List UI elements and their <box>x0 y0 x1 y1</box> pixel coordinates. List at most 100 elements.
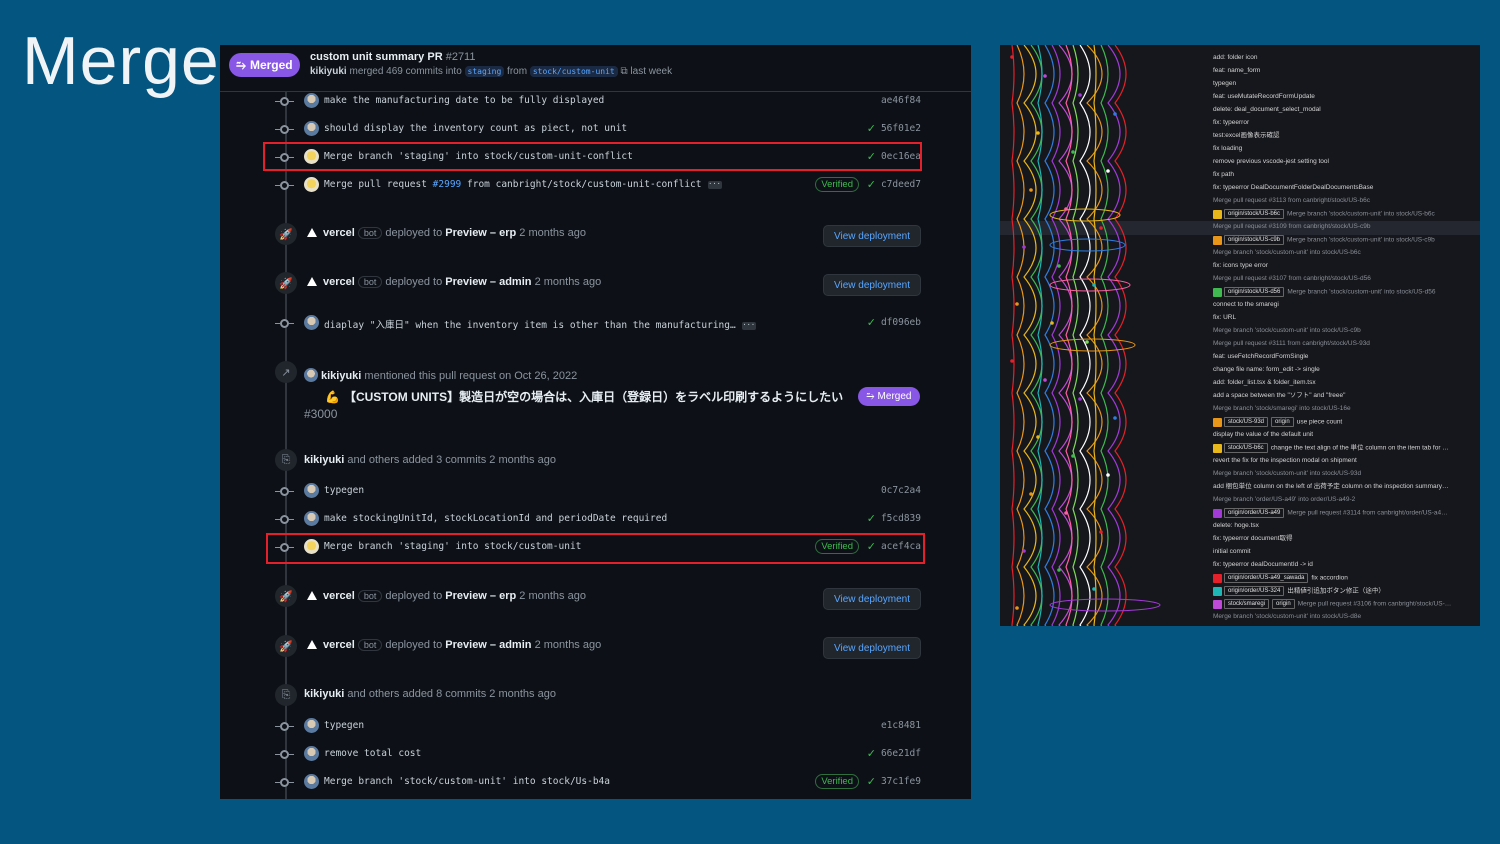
pr-title[interactable]: custom unit summary PR #2711 <box>310 51 475 63</box>
branch-tag[interactable]: stock/US-b6c <box>1224 443 1268 453</box>
commit-sha[interactable]: df096eb <box>881 317 921 328</box>
commit-message[interactable]: should display the inventory count as pi… <box>324 123 627 134</box>
graph-commit-row[interactable]: Merge pull request #3111 from canbright/… <box>1213 339 1370 349</box>
view-deployment-button[interactable]: View deployment <box>823 637 921 659</box>
graph-commit-row[interactable]: delete: deal_document_select_modal <box>1213 105 1321 115</box>
commit-sha[interactable]: 37c1fe9 <box>881 776 921 787</box>
view-deployment-button[interactable]: View deployment <box>823 274 921 296</box>
expand-button[interactable]: ··· <box>707 180 722 189</box>
branch-tag[interactable]: stock/US-93d <box>1224 417 1269 427</box>
check-icon[interactable]: ✓ <box>867 122 876 135</box>
commit-message[interactable]: diaplay "入庫日" when the inventory item is… <box>324 317 756 331</box>
graph-commit-row[interactable]: delete: hoge.tsx <box>1213 521 1259 531</box>
graph-commit-row[interactable]: fix loading <box>1213 144 1242 154</box>
avatar[interactable] <box>304 177 319 192</box>
graph-commit-row[interactable]: Merge pull request #3107 from canbright/… <box>1213 274 1371 284</box>
referenced-issue-number[interactable]: #3000 <box>304 407 337 421</box>
graph-commit-row[interactable]: feat: name_form <box>1213 66 1260 76</box>
graph-commit-row[interactable]: fix: typeerror document取得 <box>1213 534 1292 544</box>
check-icon[interactable]: ✓ <box>867 512 876 525</box>
base-branch[interactable]: staging <box>464 66 505 77</box>
graph-commit-row[interactable]: initial commit <box>1213 547 1251 557</box>
graph-commit-row[interactable]: fix: icons type error <box>1213 261 1268 271</box>
commit-row[interactable]: diaplay "入庫日" when the inventory item is… <box>220 312 971 334</box>
check-icon[interactable]: ✓ <box>867 316 876 329</box>
branch-tag[interactable]: origin/order/US-324 <box>1224 586 1285 596</box>
graph-commit-row[interactable]: Merge pull request #3113 from canbright/… <box>1213 196 1370 206</box>
graph-commit-row[interactable]: Merge branch 'stock/custom-unit' into st… <box>1213 612 1361 622</box>
avatar[interactable] <box>304 718 319 733</box>
remote-tag[interactable]: origin <box>1272 599 1295 609</box>
graph-commit-row[interactable]: fix: typeerror DealDocumentFolderDealDoc… <box>1213 183 1373 193</box>
avatar[interactable] <box>304 315 319 330</box>
avatar[interactable] <box>304 483 319 498</box>
graph-commit-row[interactable]: test:excel画像表示確認 <box>1213 131 1279 141</box>
commit-message[interactable]: typegen <box>324 485 364 496</box>
graph-commit-row[interactable]: connect to the smaregi <box>1213 300 1279 310</box>
avatar[interactable] <box>304 746 319 761</box>
graph-commit-row[interactable]: Merge branch 'stock/smaregi' into stock/… <box>1213 404 1351 414</box>
graph-commit-row[interactable]: add 梱包単位 column on the left of 出荷予定 colu… <box>1213 482 1449 492</box>
graph-commit-row[interactable]: add: folder_list.tsx & folder_item.tsx <box>1213 378 1316 388</box>
avatar[interactable] <box>304 511 319 526</box>
graph-commit-row[interactable]: origin/stock/US-d56 Merge branch 'stock/c… <box>1213 287 1435 297</box>
verified-badge[interactable]: Verified <box>815 177 859 192</box>
commit-sha[interactable]: 56f01e2 <box>881 123 921 134</box>
commit-row[interactable]: make the manufacturing date to be fully … <box>220 90 971 112</box>
graph-commit-row[interactable]: add: folder icon <box>1213 53 1257 63</box>
graph-commit-row[interactable]: origin/order/US-a49 Merge pull request #3… <box>1213 508 1448 518</box>
commit-sha[interactable]: ae46f84 <box>881 95 921 106</box>
commit-sha[interactable]: 66e21df <box>881 748 921 759</box>
graph-commit-row[interactable]: origin/order/US-324 出精値引追加ボタン修正（途中） <box>1213 586 1385 596</box>
graph-commit-row[interactable]: feat: useFetchRecordFormSingle <box>1213 352 1308 362</box>
branch-tag[interactable]: origin/stock/US-d56 <box>1224 287 1285 297</box>
graph-commit-row[interactable]: stock/US-b6c change the text align of the… <box>1213 443 1449 453</box>
commit-row[interactable]: typegen e1c8481 <box>220 715 971 737</box>
graph-commit-row[interactable]: display the value of the default unit <box>1213 430 1313 440</box>
commit-row[interactable]: Merge pull request #2999 from canbright/… <box>220 174 971 196</box>
graph-commit-row[interactable]: revert the fix for the inspection modal … <box>1213 456 1357 466</box>
graph-commit-row[interactable]: stock/US-93d origin use piece count <box>1213 417 1342 427</box>
view-deployment-button[interactable]: View deployment <box>823 225 921 247</box>
graph-commit-row[interactable]: remove previous vscode-jest setting tool <box>1213 157 1329 167</box>
commit-message[interactable]: make the manufacturing date to be fully … <box>324 95 604 106</box>
graph-commit-row[interactable]: add a space between the "ソフト" and "freee… <box>1213 391 1345 401</box>
branch-tag[interactable]: origin/stock/US-b6c <box>1224 209 1285 219</box>
commit-sha[interactable]: f5cd839 <box>881 513 921 524</box>
graph-commit-row[interactable]: stock/smaregi origin Merge pull request #3… <box>1213 599 1451 609</box>
graph-commit-row[interactable]: fix: URL <box>1213 313 1236 323</box>
commit-row[interactable]: typegen 0c7c2a4 <box>220 480 971 502</box>
commit-row[interactable]: Merge branch 'stock/custom-unit' into st… <box>220 771 971 793</box>
author-link[interactable]: kikiyuki <box>310 66 347 77</box>
branch-tag[interactable]: origin/order/US-a49_sawada <box>1224 573 1309 583</box>
commit-sha[interactable]: c7deed7 <box>881 179 921 190</box>
pr-link[interactable]: #2999 <box>433 179 462 190</box>
commit-message[interactable]: Merge branch 'stock/custom-unit' into st… <box>324 776 610 787</box>
graph-commit-row[interactable]: feat: useMutateRecordFormUpdate <box>1213 92 1315 102</box>
branch-tag[interactable]: origin/stock/US-c9b <box>1224 235 1285 245</box>
graph-commit-row[interactable]: fix: typeerror dealDocumentId -> id <box>1213 560 1313 570</box>
graph-commit-row[interactable]: origin/stock/US-c9b Merge branch 'stock/c… <box>1213 235 1435 245</box>
graph-commit-row[interactable]: fix path <box>1213 170 1234 180</box>
graph-commit-row[interactable]: change file name: form_edit -> single <box>1213 365 1320 375</box>
graph-commit-row[interactable]: Merge branch 'stock/custom-unit' into st… <box>1213 469 1361 479</box>
graph-commit-row[interactable]: Merge branch 'stock/custom-unit' into st… <box>1213 248 1361 258</box>
graph-commit-row[interactable]: Merge pull request #3109 from canbright/… <box>1213 222 1371 232</box>
verified-badge[interactable]: Verified <box>815 774 859 789</box>
avatar[interactable] <box>304 93 319 108</box>
head-branch[interactable]: stock/custom-unit <box>529 66 618 77</box>
remote-tag[interactable]: origin <box>1271 417 1294 427</box>
commit-sha[interactable]: 0c7c2a4 <box>881 485 921 496</box>
commit-row[interactable]: should display the inventory count as pi… <box>220 118 971 140</box>
commit-message[interactable]: Merge pull request #2999 from canbright/… <box>324 179 722 190</box>
graph-commit-row[interactable]: Merge branch 'stock/custom-unit' into st… <box>1213 326 1361 336</box>
graph-commit-row[interactable]: origin/stock/US-b6c Merge branch 'stock/c… <box>1213 209 1435 219</box>
view-deployment-button[interactable]: View deployment <box>823 588 921 610</box>
commit-row[interactable]: make stockingUnitId, stockLocationId and… <box>220 508 971 530</box>
branch-tag[interactable]: stock/smaregi <box>1224 599 1270 609</box>
graph-commit-row[interactable]: Merge branch 'order/US-a49' into order/U… <box>1213 495 1355 505</box>
graph-commit-row[interactable]: typegen <box>1213 79 1236 89</box>
check-icon[interactable]: ✓ <box>867 747 876 760</box>
check-icon[interactable]: ✓ <box>867 178 876 191</box>
check-icon[interactable]: ✓ <box>867 775 876 788</box>
